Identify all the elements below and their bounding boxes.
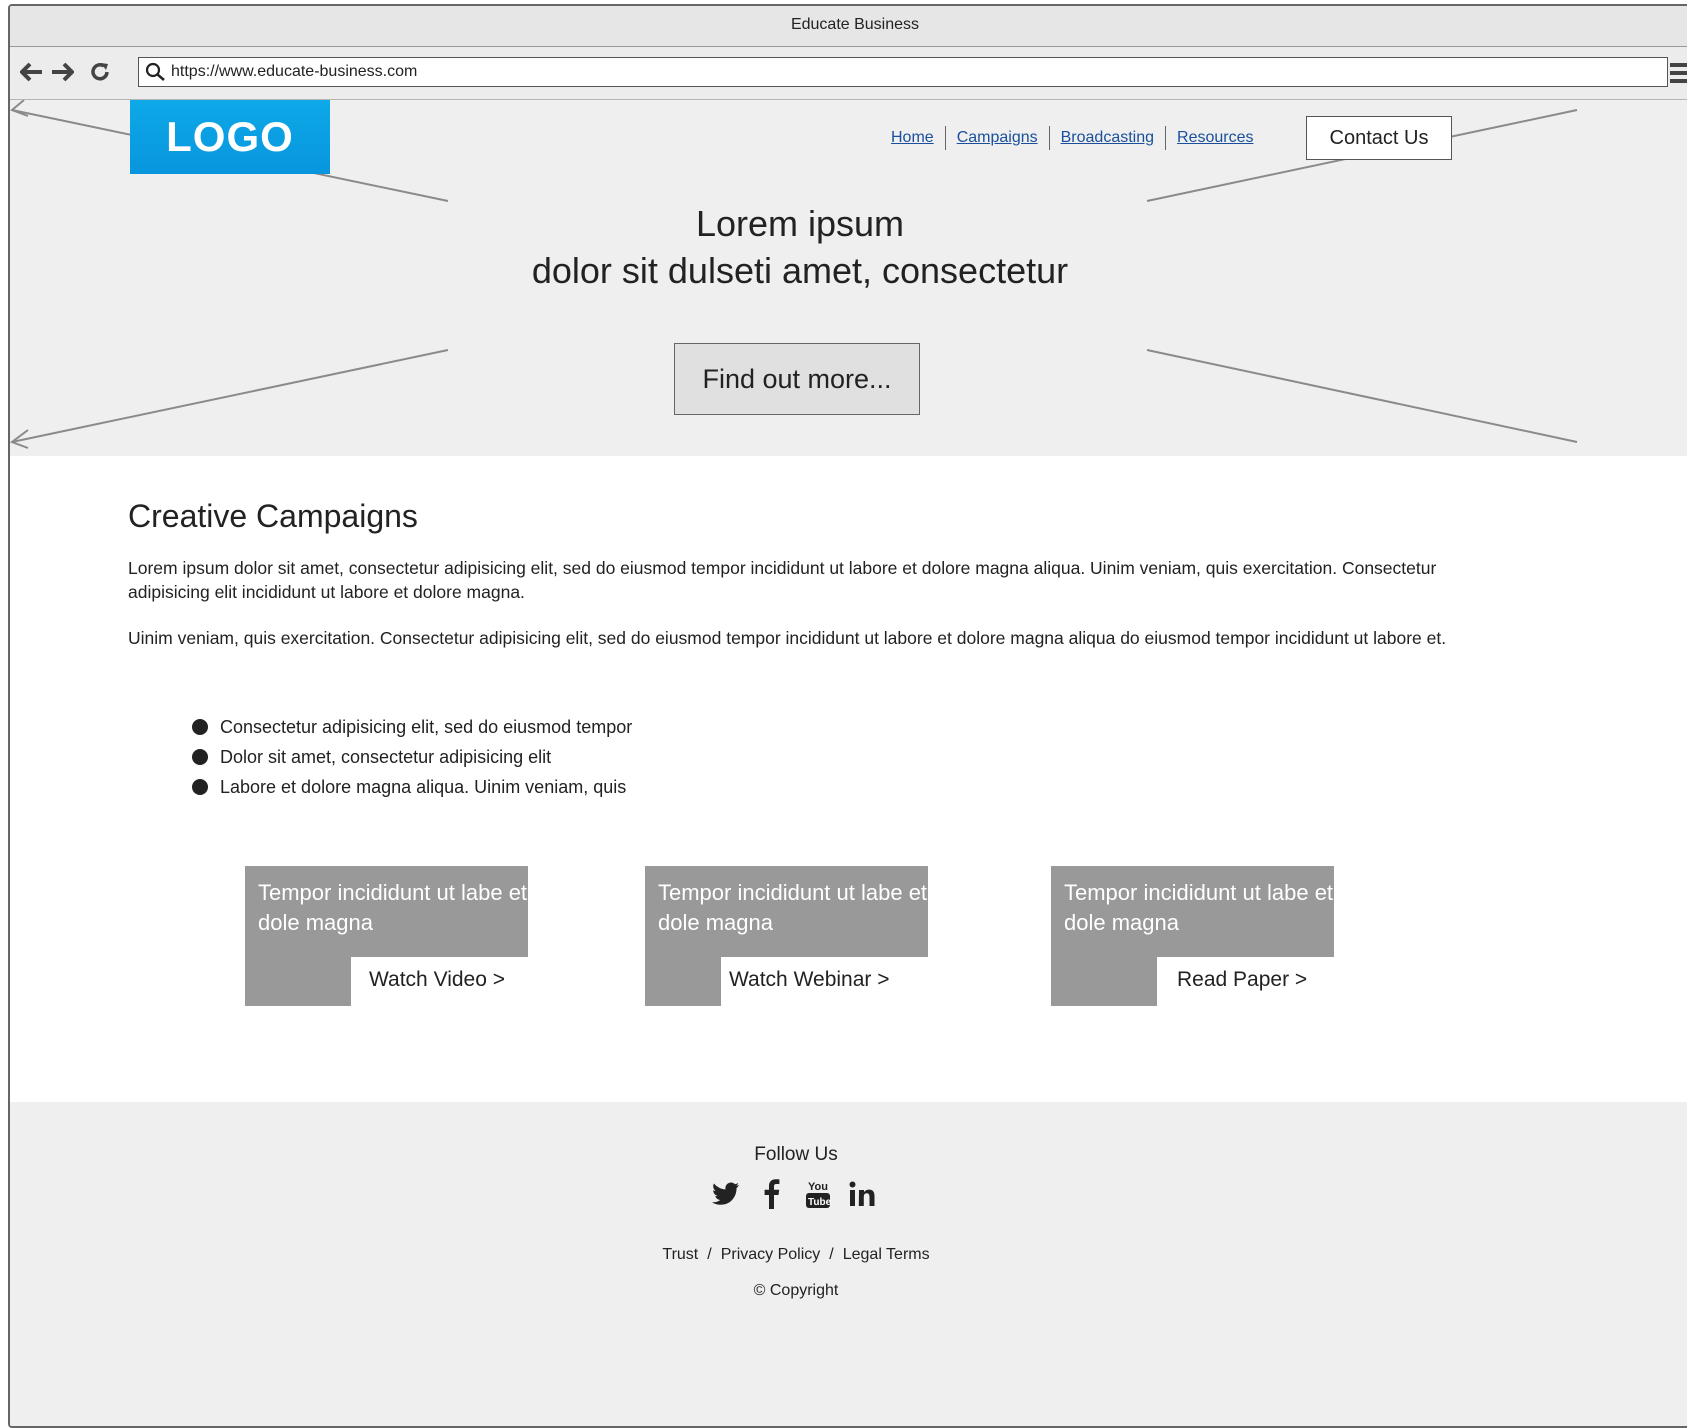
- twitter-icon[interactable]: [710, 1176, 742, 1212]
- card-title: Tempor incididunt ut labe et dole magna: [1051, 866, 1334, 957]
- svg-text:You: You: [808, 1181, 828, 1193]
- nav-link-campaigns[interactable]: Campaigns: [946, 126, 1049, 150]
- paragraph: Uinim veniam, quis exercitation. Consect…: [128, 628, 1447, 648]
- hero-title: Lorem ipsum dolor sit dulseti amet, cons…: [390, 200, 1210, 294]
- trust-link[interactable]: Trust: [662, 1246, 698, 1263]
- privacy-policy-link[interactable]: Privacy Policy: [721, 1246, 821, 1263]
- reload-icon[interactable]: [86, 57, 114, 87]
- nav-link-home[interactable]: Home: [880, 126, 945, 150]
- forward-icon[interactable]: [48, 57, 76, 87]
- card-accent: [245, 957, 351, 1006]
- watch-video-link[interactable]: Watch Video >: [369, 962, 505, 998]
- find-out-more-button[interactable]: Find out more...: [674, 343, 920, 415]
- svg-text:Tube: Tube: [808, 1197, 831, 1208]
- linkedin-icon[interactable]: [848, 1176, 880, 1212]
- read-paper-link[interactable]: Read Paper >: [1177, 962, 1307, 998]
- hero-title-line-1: Lorem ipsum: [695, 203, 905, 244]
- browser-window: Educate Business https://www.educate-bus…: [8, 4, 1687, 1428]
- card-accent: [1051, 957, 1157, 1006]
- list-item: Labore et dolore magna aliqua. Uinim ven…: [192, 772, 632, 802]
- resource-card-webinar[interactable]: Tempor incididunt ut labe et dole magna …: [645, 866, 928, 1006]
- list-item: Consectetur adipisicing elit, sed do eiu…: [192, 712, 632, 742]
- card-title: Tempor incididunt ut labe et dole magna: [245, 866, 528, 957]
- link-separator: /: [829, 1246, 834, 1263]
- hero-section: LOGO Home Campaigns Broadcasting Resourc…: [10, 100, 1687, 456]
- resource-card-paper[interactable]: Tempor incididunt ut labe et dole magna …: [1051, 866, 1334, 1006]
- address-bar: https://www.educate-business.com: [10, 47, 1687, 100]
- top-navigation: Home Campaigns Broadcasting Resources: [880, 124, 1265, 152]
- main-content: Creative Campaigns Lorem ipsum dolor sit…: [128, 494, 1488, 797]
- social-links: You Tube: [710, 1176, 880, 1212]
- list-item: Dolor sit amet, consectetur adipisicing …: [192, 742, 632, 772]
- footer: Follow Us You Tube Trust / Privacy Policy / L…: [10, 1102, 1687, 1426]
- section-heading: Creative Campaigns: [128, 498, 418, 534]
- watch-webinar-link[interactable]: Watch Webinar >: [729, 962, 889, 998]
- nav-link-resources[interactable]: Resources: [1166, 126, 1264, 150]
- card-accent: [645, 957, 721, 1006]
- footer-links: Trust / Privacy Policy / Legal Terms: [10, 1246, 1582, 1264]
- nav-link-broadcasting[interactable]: Broadcasting: [1050, 126, 1165, 150]
- hero-title-line-2: dolor sit dulseti amet, consectetur: [531, 250, 1069, 291]
- bullet-list: Consectetur adipisicing elit, sed do eiu…: [192, 712, 632, 802]
- copyright: © Copyright: [753, 1282, 839, 1299]
- contact-us-button[interactable]: Contact Us: [1306, 116, 1452, 160]
- back-icon[interactable]: [18, 57, 46, 87]
- link-separator: /: [707, 1246, 712, 1263]
- legal-terms-link[interactable]: Legal Terms: [843, 1246, 930, 1263]
- url-field[interactable]: https://www.educate-business.com: [138, 57, 1668, 87]
- youtube-icon[interactable]: You Tube: [802, 1176, 834, 1212]
- facebook-icon[interactable]: [756, 1176, 788, 1212]
- url-text: https://www.educate-business.com: [171, 63, 418, 80]
- paragraph: Lorem ipsum dolor sit amet, consectetur …: [128, 558, 1437, 602]
- resource-card-video[interactable]: Tempor incididunt ut labe et dole magna …: [245, 866, 528, 1006]
- search-icon: [145, 62, 167, 82]
- card-title: Tempor incididunt ut labe et dole magna: [645, 866, 928, 957]
- window-title: Educate Business: [10, 6, 1687, 47]
- logo[interactable]: LOGO: [130, 100, 330, 174]
- hamburger-menu-icon[interactable]: [1670, 61, 1687, 85]
- follow-us-label: Follow Us: [754, 1144, 838, 1165]
